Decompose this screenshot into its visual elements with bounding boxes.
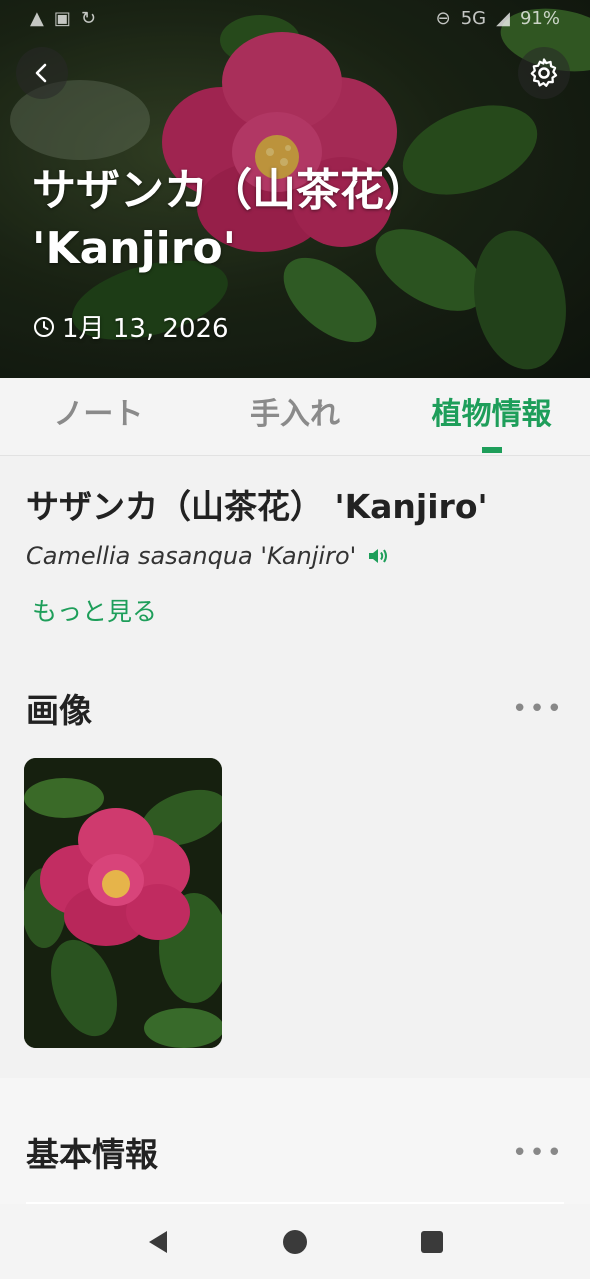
- back-arrow-icon: [35, 63, 47, 83]
- status-bar: ▲ ▣ ↻ ⊖ 5G ◢ 91%: [0, 4, 590, 32]
- sim-icon: ▣: [53, 7, 71, 29]
- date-text: 1月 13, 2026: [62, 314, 229, 344]
- scientific-name: Camellia sasanqua 'Kanjiro': [26, 542, 357, 570]
- speaker-icon[interactable]: [366, 545, 390, 567]
- plant-info-panel: サザンカ（山茶花） 'Kanjiro' Camellia sasanqua 'K…: [0, 456, 590, 1078]
- clock-icon: [34, 316, 54, 337]
- scientific-name-row: Camellia sasanqua 'Kanjiro': [26, 542, 390, 570]
- system-nav-bar: [0, 1204, 590, 1279]
- images-section-title: 画像: [26, 691, 92, 730]
- circle-home-icon: [282, 1229, 307, 1254]
- hero-plant-title: サザンカ（山茶花） 'Kanjiro': [32, 165, 428, 274]
- dnd-icon: ⊖: [435, 7, 451, 29]
- triangle-back-icon: [149, 1230, 168, 1253]
- network-label: 5G: [460, 7, 487, 29]
- tab-notes[interactable]: ノート: [0, 378, 197, 455]
- signal-icon: ◢: [496, 7, 510, 29]
- basic-info-title: 基本情報: [26, 1135, 158, 1174]
- nav-recents-button[interactable]: [407, 1217, 457, 1267]
- basic-info-section: 基本情報 •••: [0, 1078, 590, 1204]
- sync-icon: ↻: [80, 7, 96, 29]
- tab-bar: ノート 手入れ 植物情報: [0, 378, 590, 456]
- status-icons-right: ⊖ 5G ◢ 91%: [436, 8, 560, 29]
- see-more-link[interactable]: もっと見る: [32, 592, 157, 628]
- images-more-menu[interactable]: •••: [512, 694, 564, 724]
- battery-label: 91%: [519, 7, 560, 29]
- hero-date: 1月 13, 2026: [32, 308, 229, 345]
- back-button[interactable]: [16, 47, 68, 99]
- tab-care[interactable]: 手入れ: [197, 378, 394, 455]
- settings-button[interactable]: [518, 47, 570, 99]
- plant-photo-thumbnail[interactable]: [24, 758, 222, 1048]
- hero-banner: ▲ ▣ ↻ ⊖ 5G ◢ 91% サザンカ（山茶花） 'Kanjiro' 1月 …: [0, 0, 590, 378]
- nav-back-button[interactable]: [133, 1217, 183, 1267]
- status-icons-left: ▲ ▣ ↻: [30, 8, 96, 29]
- thumbnail-image: [24, 758, 222, 1048]
- nav-home-button[interactable]: [270, 1217, 320, 1267]
- gear-icon: [530, 58, 558, 87]
- square-recents-icon: [420, 1230, 443, 1253]
- tab-plant-info[interactable]: 植物情報: [393, 378, 590, 455]
- plant-name: サザンカ（山茶花） 'Kanjiro': [26, 487, 488, 526]
- notification-icon: ▲: [30, 7, 44, 29]
- basic-info-more-menu[interactable]: •••: [512, 1138, 564, 1168]
